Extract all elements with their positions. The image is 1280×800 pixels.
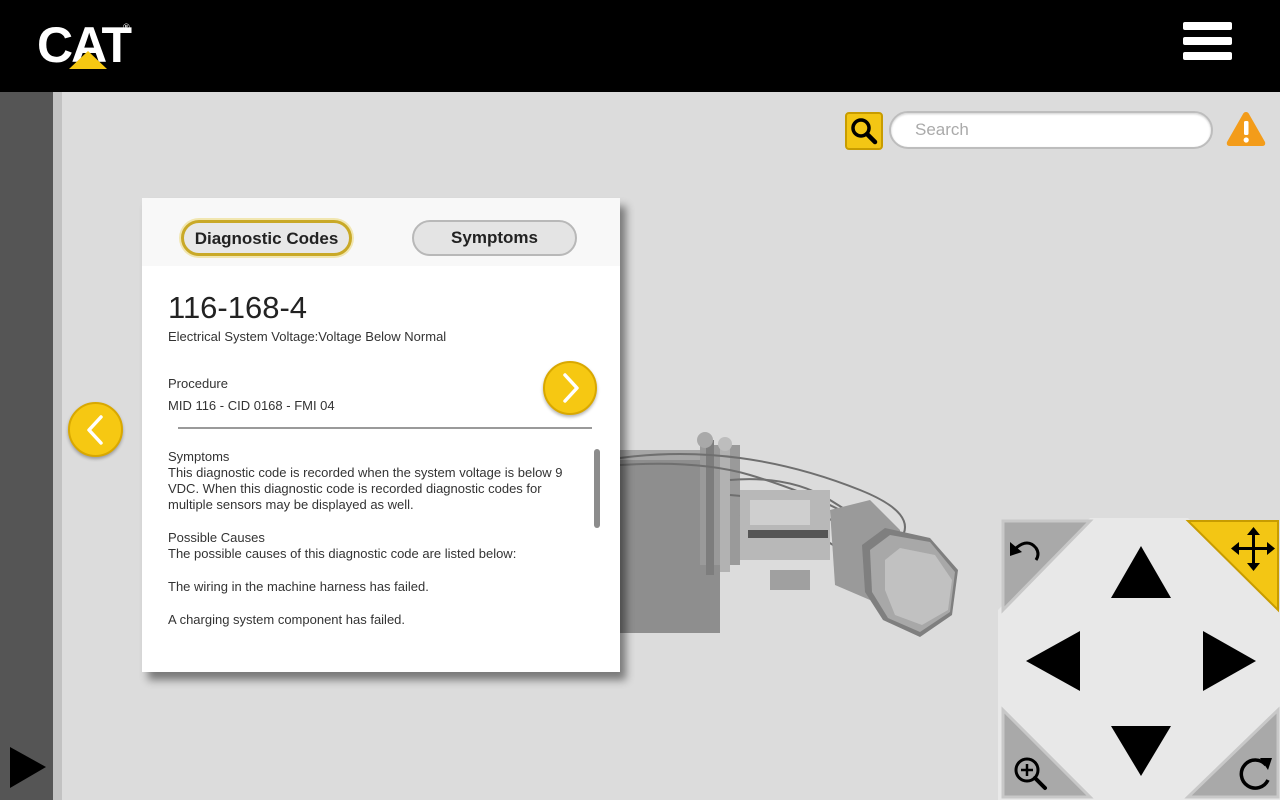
- tab-symptoms[interactable]: Symptoms: [412, 220, 577, 256]
- navigation-pad: [998, 518, 1280, 800]
- diagnostic-code-description: Electrical System Voltage:Voltage Below …: [168, 329, 447, 344]
- diagnostic-code: 116-168-4: [168, 290, 308, 325]
- warning-triangle-icon[interactable]: [1225, 109, 1267, 149]
- machine-3d-view[interactable]: [600, 420, 980, 650]
- cause-item: The wiring in the machine harness has fa…: [168, 579, 429, 594]
- cat-logo: CAT ®: [37, 20, 133, 72]
- search-input[interactable]: [889, 111, 1213, 149]
- left-sidebar-edge: [53, 92, 62, 800]
- tab-diagnostic-codes[interactable]: Diagnostic Codes: [181, 220, 352, 256]
- symptoms-title: Symptoms: [168, 449, 230, 464]
- chevron-left-icon: [87, 415, 103, 445]
- previous-button[interactable]: [68, 402, 123, 457]
- top-bar: CAT ®: [0, 0, 1280, 92]
- details-scroll-area[interactable]: Symptoms This diagnostic code is recorde…: [168, 449, 578, 628]
- symptoms-text: This diagnostic code is recorded when th…: [168, 465, 563, 512]
- play-icon[interactable]: [8, 745, 48, 790]
- hamburger-menu-icon[interactable]: [1183, 22, 1232, 64]
- chevron-right-icon: [563, 373, 579, 403]
- details-scrollbar[interactable]: [594, 449, 600, 528]
- logo-triangle-icon: [69, 51, 107, 69]
- procedure-divider: [178, 427, 592, 429]
- cause-item: A charging system component has failed.: [168, 612, 406, 627]
- diagnostic-panel: Diagnostic Codes Symptoms 116-168-4 Elec…: [142, 198, 620, 672]
- procedure-value: MID 116 - CID 0168 - FMI 04: [168, 398, 335, 413]
- possible-causes-title: Possible Causes: [168, 530, 265, 545]
- left-sidebar-strip: [0, 92, 53, 800]
- magnifier-icon: [851, 118, 878, 145]
- possible-causes-intro: The possible causes of this diagnostic c…: [168, 546, 517, 561]
- procedure-next-button[interactable]: [543, 361, 597, 415]
- search-button[interactable]: [845, 112, 883, 150]
- procedure-label: Procedure: [168, 376, 228, 391]
- logo-registered-mark: ®: [123, 22, 130, 32]
- panel-tab-bar: Diagnostic Codes Symptoms: [142, 198, 620, 266]
